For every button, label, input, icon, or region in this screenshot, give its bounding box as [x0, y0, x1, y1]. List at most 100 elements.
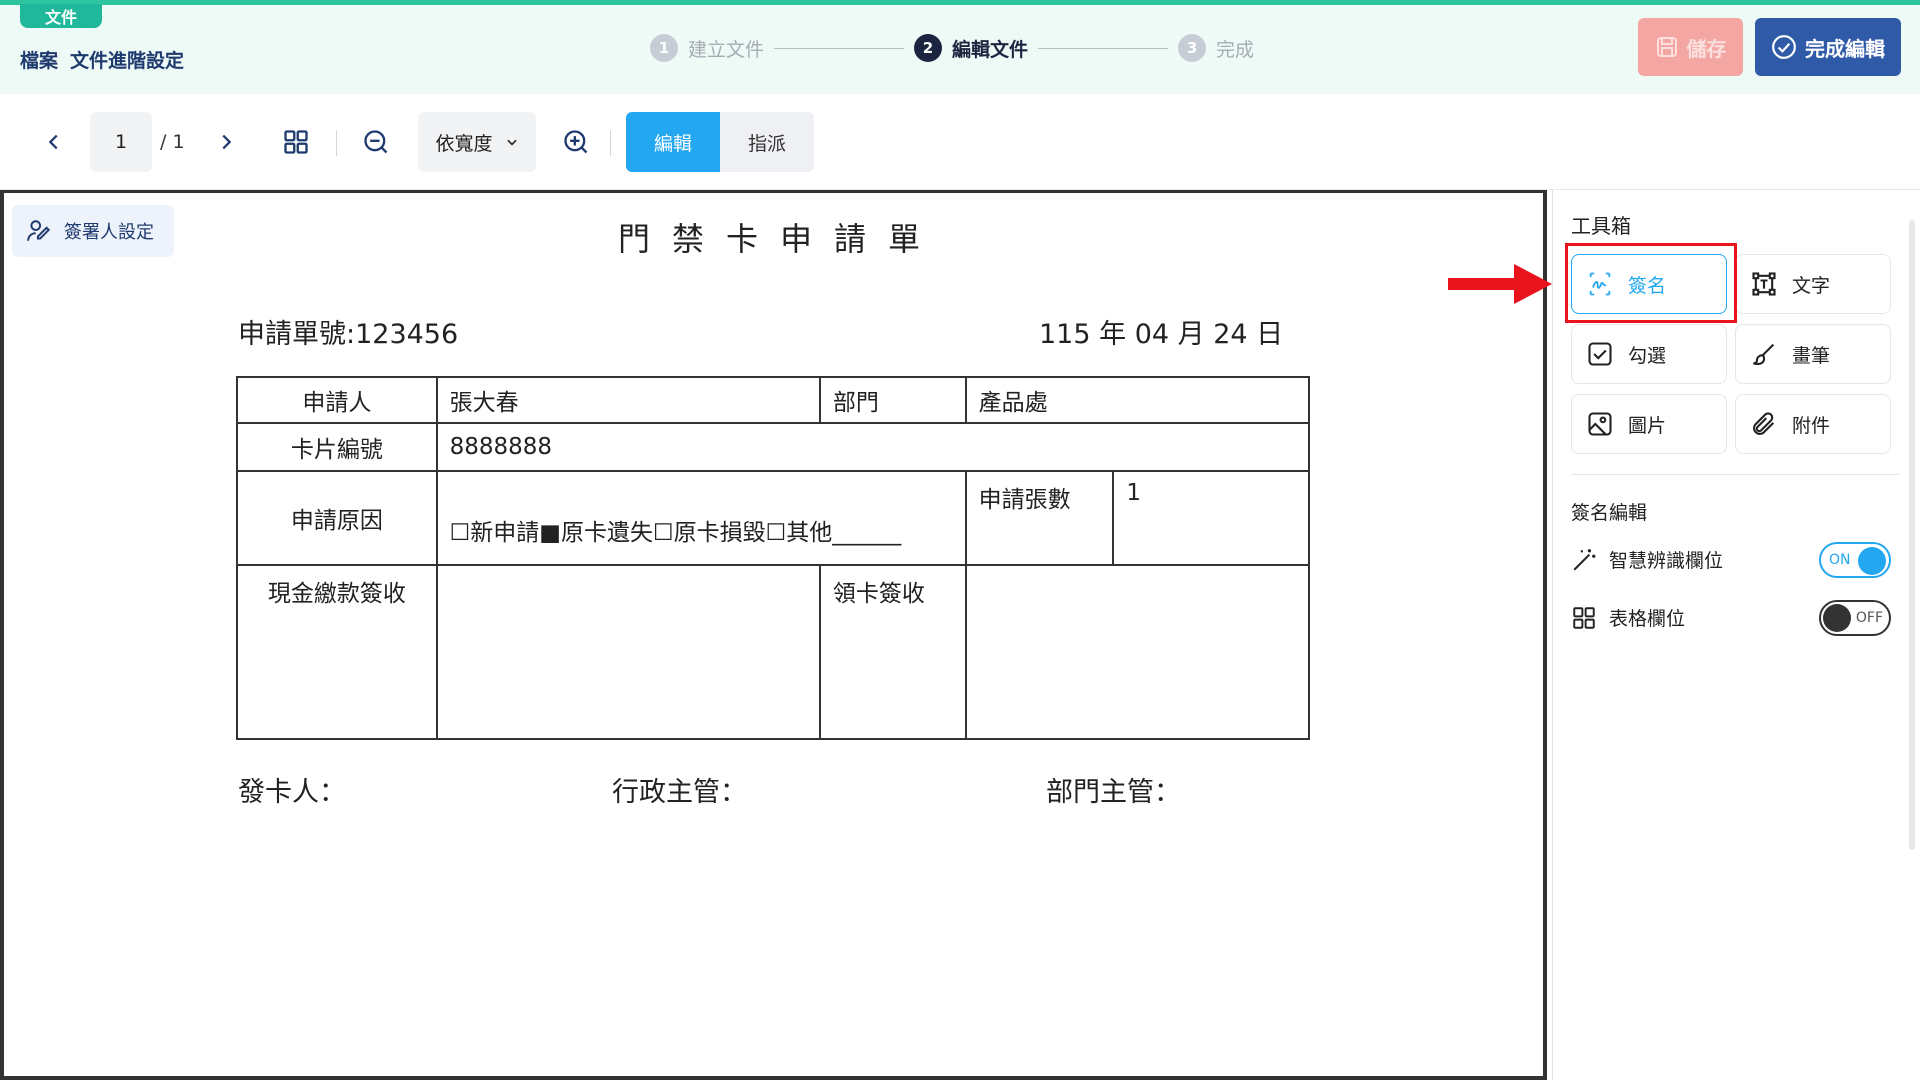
step-label: 建立文件: [688, 38, 765, 61]
table-grid-icon: [1573, 606, 1595, 629]
brush-icon: [1753, 343, 1775, 366]
document-toolbar: 1 / 1 依寬度 編輯 指派: [0, 94, 1920, 190]
table-field-option: 表格欄位: [1571, 604, 1685, 631]
table-row: 申請人 張大春 部門 產品處: [236, 376, 1311, 424]
step-connector: [1038, 47, 1169, 49]
table-row: 現金繳款簽收 領卡簽收: [236, 564, 1311, 740]
step-number: 3: [1178, 34, 1207, 62]
chevron-right-icon: [222, 134, 232, 150]
thumbnail-grid-button[interactable]: [276, 122, 316, 162]
admin-supervisor-label: 行政主管：: [612, 777, 747, 808]
toolbox-title: 工具箱: [1571, 214, 1631, 238]
prev-page-button[interactable]: [34, 122, 74, 162]
image-tool-label: 圖片: [1628, 414, 1667, 437]
toggle-knob: [1858, 547, 1886, 575]
header-accent-line: [0, 0, 1920, 5]
panel-divider: [1571, 474, 1899, 475]
table-field-label: 表格欄位: [1609, 608, 1686, 630]
zoom-out-icon: [364, 130, 388, 154]
attachment-tool-button[interactable]: 附件: [1735, 394, 1891, 454]
dept-label: 部門: [818, 376, 967, 424]
finish-editing-label: 完成編輯: [1805, 36, 1885, 61]
card-number-label: 卡片編號: [236, 422, 438, 472]
breadcrumb-files[interactable]: 檔案: [20, 46, 58, 73]
reason-value: ☐新申請■原卡遺失☐原卡損毀☐其他______: [435, 470, 967, 566]
form-number: 申請單號:123456: [238, 319, 459, 350]
dept-supervisor-label: 部門主管：: [1046, 777, 1181, 808]
save-button[interactable]: 儲存: [1638, 18, 1743, 76]
checkbox-tool-button[interactable]: 勾選: [1571, 324, 1727, 384]
table-row: 卡片編號 8888888: [236, 422, 1311, 472]
smart-detect-option: 智慧辨識欄位: [1571, 546, 1723, 573]
applicant-label: 申請人: [236, 376, 438, 424]
cash-receipt-label: 現金繳款簽收: [236, 564, 438, 740]
signer-settings-button[interactable]: 簽署人設定: [12, 205, 174, 257]
text-tool-label: 文字: [1792, 274, 1831, 297]
pen-tool-button[interactable]: 畫筆: [1735, 324, 1891, 384]
step-label: 完成: [1216, 38, 1255, 61]
count-value: 1: [1112, 470, 1310, 566]
smart-detect-label: 智慧辨識欄位: [1609, 550, 1724, 572]
step-number: 2: [914, 34, 943, 62]
issuer-label: 發卡人：: [238, 777, 346, 808]
dept-value: 產品處: [964, 376, 1311, 424]
zoom-in-button[interactable]: [556, 122, 596, 162]
signer-icon: [27, 220, 51, 241]
check-circle-icon: [1771, 34, 1797, 60]
mode-toggle-group: 編輯 指派: [626, 112, 814, 172]
signer-settings-label: 簽署人設定: [64, 222, 154, 243]
toggle-knob: [1823, 604, 1851, 632]
applicant-value: 張大春: [435, 376, 821, 424]
signature-tool-highlight: [1565, 243, 1737, 323]
progress-steps: 1 建立文件 2 編輯文件 3 完成: [650, 33, 1254, 63]
panel-scrollbar[interactable]: [1909, 220, 1915, 850]
toggle-state: OFF: [1855, 610, 1883, 626]
file-tag: 文件: [20, 4, 102, 28]
assign-mode-button[interactable]: 指派: [720, 112, 814, 172]
breadcrumb-advanced-settings: 文件進階設定: [70, 50, 185, 72]
magic-wand-icon: [1573, 548, 1596, 570]
red-arrow-annotation: [1448, 262, 1552, 306]
chevron-left-icon: [48, 134, 58, 150]
save-label: 儲存: [1686, 36, 1727, 61]
finish-editing-button[interactable]: 完成編輯: [1755, 18, 1901, 76]
document-title: 門禁卡申請單: [618, 220, 943, 258]
step-create: 1 建立文件: [650, 34, 764, 62]
form-date: 115 年 04 月 24 日: [1039, 319, 1284, 350]
zoom-in-icon: [564, 130, 588, 154]
card-receipt-label: 領卡簽收: [818, 564, 967, 740]
page-total: / 1: [160, 131, 185, 153]
paperclip-icon: [1753, 412, 1775, 435]
step-complete: 3 完成: [1178, 34, 1254, 62]
next-page-button[interactable]: [206, 122, 246, 162]
text-box-icon: [1752, 272, 1776, 296]
toggle-state: ON: [1829, 552, 1851, 568]
step-label: 編輯文件: [952, 38, 1029, 61]
checkbox-tool-label: 勾選: [1628, 344, 1667, 367]
table-field-toggle[interactable]: OFF: [1819, 600, 1891, 636]
save-icon: [1655, 35, 1679, 59]
reason-label: 申請原因: [236, 470, 438, 566]
smart-detect-toggle[interactable]: ON: [1819, 542, 1891, 578]
step-edit: 2 編輯文件: [914, 34, 1028, 62]
toolbar-divider: [336, 130, 337, 156]
text-tool-button[interactable]: 文字: [1735, 254, 1891, 314]
sign-edit-title: 簽名編輯: [1571, 502, 1648, 524]
card-number-value: 8888888: [435, 422, 1311, 472]
card-receipt-cell: [964, 564, 1311, 740]
step-connector: [774, 47, 905, 49]
top-header: 文件 檔案 文件進階設定 1 建立文件 2 編輯文件 3 完成 儲存 完成編輯: [0, 0, 1920, 94]
edit-mode-button[interactable]: 編輯: [626, 112, 720, 172]
step-number: 1: [650, 34, 678, 62]
chevron-down-icon: [506, 139, 517, 146]
page-number-input[interactable]: 1: [90, 112, 152, 172]
checkbox-icon: [1588, 342, 1612, 366]
grid-icon: [284, 130, 308, 154]
toolbar-divider: [610, 130, 611, 156]
cash-receipt-cell: [435, 564, 821, 740]
breadcrumb: 檔案 文件進階設定: [20, 46, 184, 73]
image-tool-button[interactable]: 圖片: [1571, 394, 1727, 454]
zoom-mode-label: 依寬度: [435, 132, 493, 155]
zoom-mode-select[interactable]: 依寬度: [418, 112, 536, 172]
zoom-out-button[interactable]: [356, 122, 396, 162]
